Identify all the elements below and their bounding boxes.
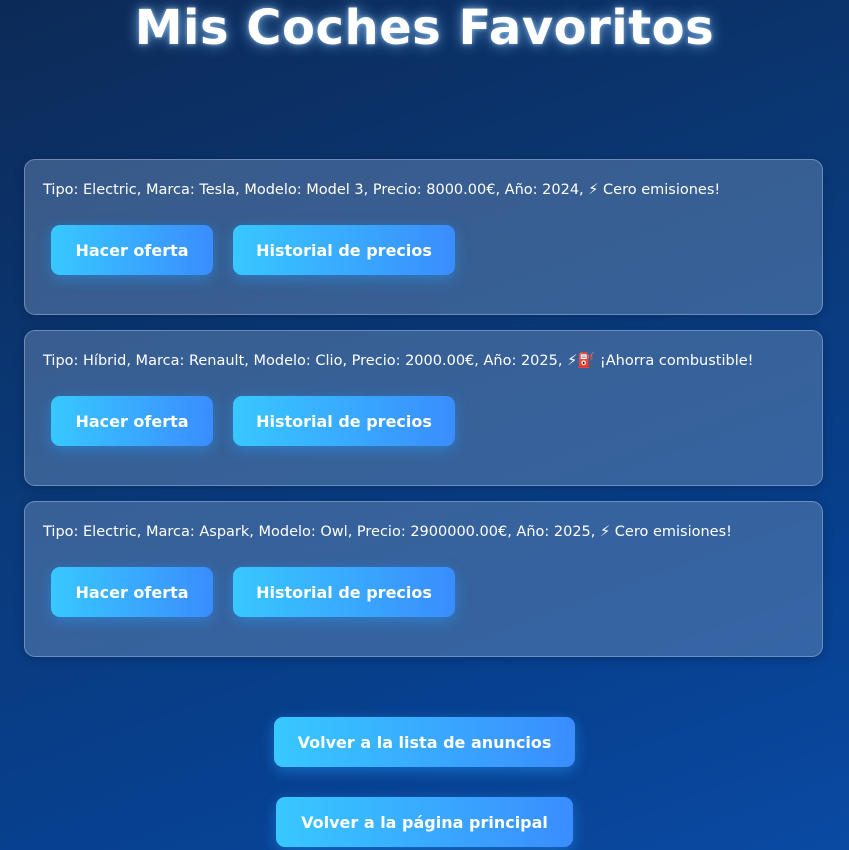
make-offer-button[interactable]: Hacer oferta [51, 567, 213, 617]
car-description: Tipo: Electric, Marca: Tesla, Modelo: Mo… [43, 182, 721, 198]
favorite-car-card: Tipo: Electric, Marca: Aspark, Modelo: O… [24, 501, 823, 657]
card-actions: Hacer oferta Historial de precios [43, 567, 804, 617]
favorite-car-card: Tipo: Electric, Marca: Tesla, Modelo: Mo… [24, 159, 823, 315]
car-description: Tipo: Híbrid, Marca: Renault, Modelo: Cl… [43, 353, 754, 369]
car-description: Tipo: Electric, Marca: Aspark, Modelo: O… [43, 524, 732, 540]
back-to-home-nav: Volver a la página principal [0, 797, 849, 847]
price-history-button[interactable]: Historial de precios [233, 567, 455, 617]
back-to-list-nav: Volver a la lista de anuncios [0, 717, 849, 767]
favorite-car-card: Tipo: Híbrid, Marca: Renault, Modelo: Cl… [24, 330, 823, 486]
price-history-button[interactable]: Historial de precios [233, 225, 455, 275]
page-title: Mis Coches Favoritos [134, 0, 715, 56]
price-history-button[interactable]: Historial de precios [233, 396, 455, 446]
make-offer-button[interactable]: Hacer oferta [51, 396, 213, 446]
favorites-list: Tipo: Electric, Marca: Tesla, Modelo: Mo… [24, 159, 823, 672]
card-actions: Hacer oferta Historial de precios [43, 225, 804, 275]
back-to-home-button[interactable]: Volver a la página principal [276, 797, 573, 847]
make-offer-button[interactable]: Hacer oferta [51, 225, 213, 275]
back-to-list-button[interactable]: Volver a la lista de anuncios [274, 717, 575, 767]
card-actions: Hacer oferta Historial de precios [43, 396, 804, 446]
